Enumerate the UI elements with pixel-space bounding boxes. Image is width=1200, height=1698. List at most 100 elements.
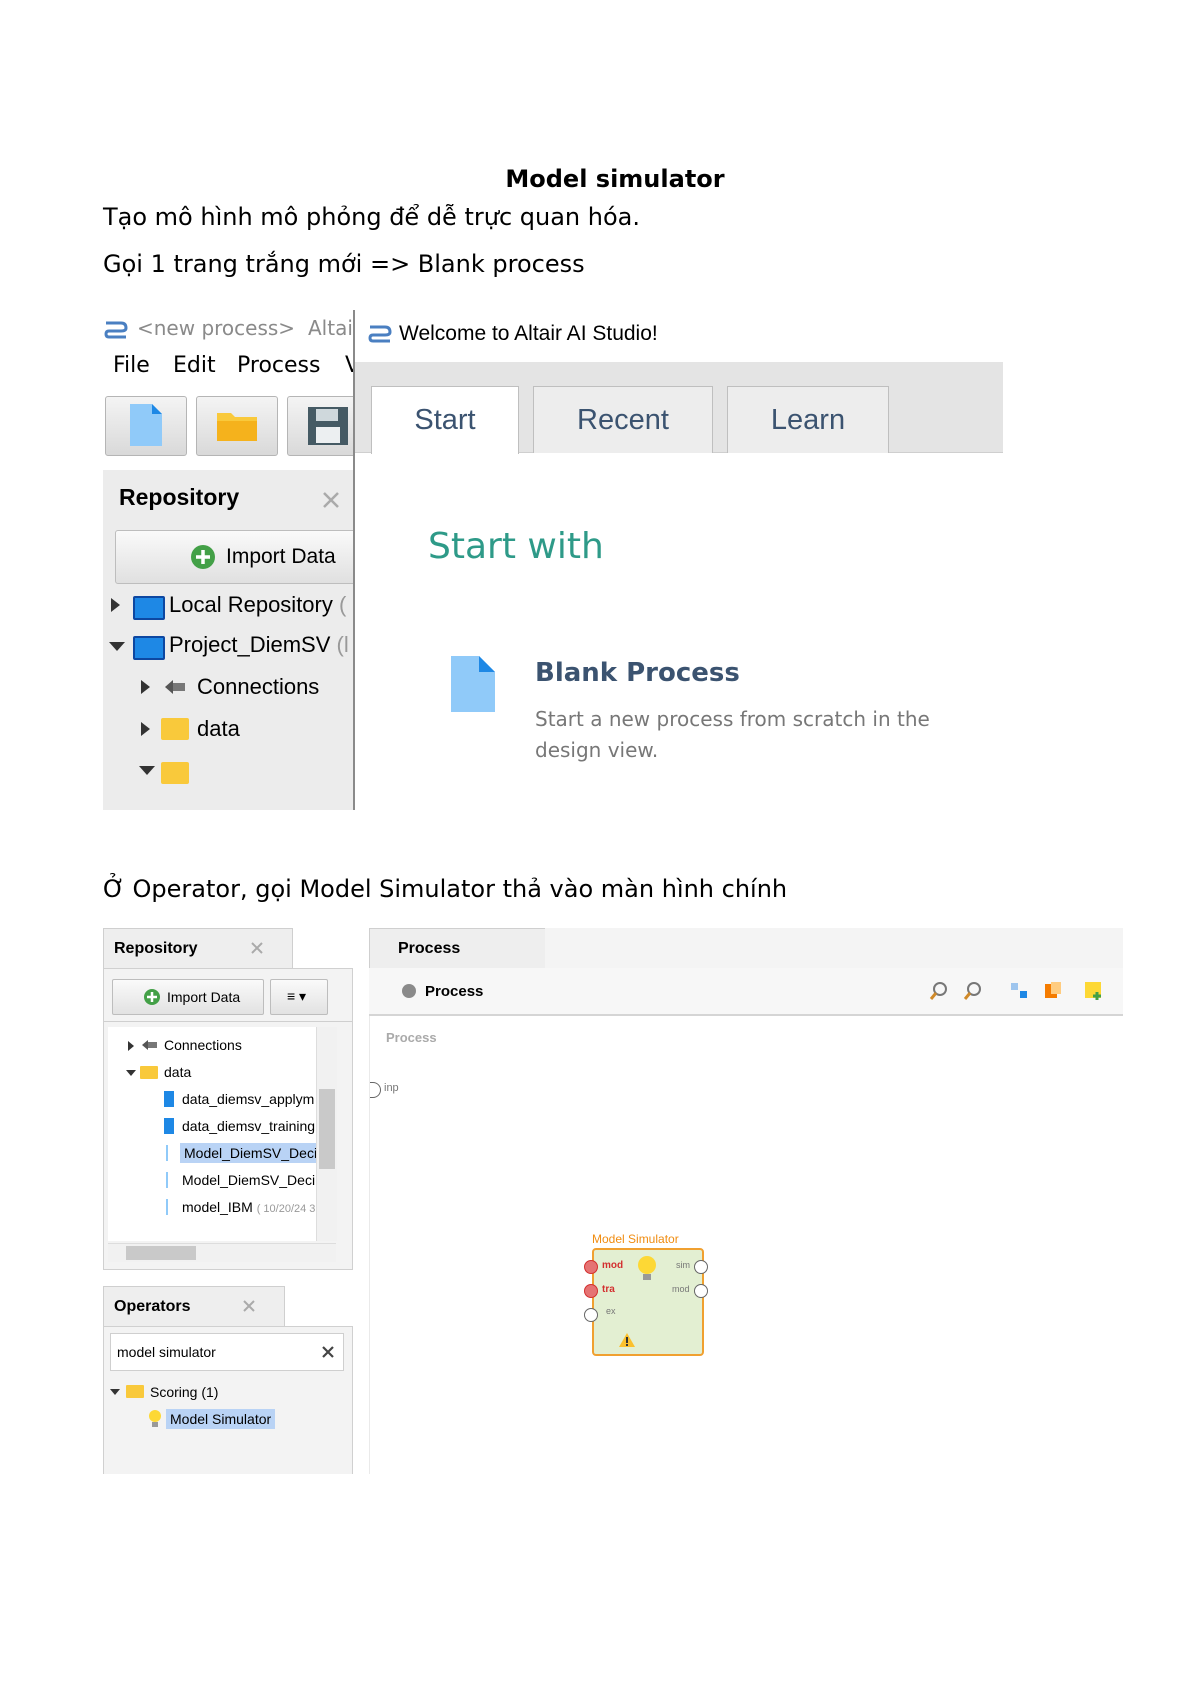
- tree-item-model-diemsv-2[interactable]: Model_DiemSV_Deci: [182, 1172, 315, 1188]
- divider: [104, 1021, 352, 1022]
- repository-icon: [133, 636, 165, 660]
- tab-repository[interactable]: Repository: [103, 928, 293, 969]
- operator-search-input[interactable]: model simulator: [110, 1333, 344, 1371]
- port-label-exa: ex: [606, 1306, 616, 1316]
- expand-arrow-icon[interactable]: [141, 722, 150, 736]
- input-port-mod[interactable]: [584, 1260, 598, 1274]
- tree-item-local-repository[interactable]: Local Repository (: [169, 592, 346, 618]
- clear-search-icon[interactable]: [321, 1345, 335, 1359]
- save-button[interactable]: [287, 396, 353, 456]
- tree-item-data-training[interactable]: data_diemsv_training: [182, 1118, 315, 1134]
- layout-icon[interactable]: [1009, 981, 1029, 1001]
- connections-icon: [165, 680, 185, 694]
- vertical-scrollbar[interactable]: [316, 1027, 337, 1241]
- add-icon: [191, 545, 215, 569]
- expand-arrow-icon[interactable]: [111, 598, 120, 612]
- window-title-app: Altai: [308, 316, 353, 340]
- menu-view[interactable]: V: [345, 353, 353, 378]
- welcome-dialog: Welcome to Altair AI Studio! Start Recen…: [355, 310, 1003, 810]
- tree-item-data[interactable]: data: [164, 1064, 191, 1080]
- input-port[interactable]: [370, 1082, 381, 1098]
- clipboard-icon[interactable]: [1043, 980, 1063, 1000]
- new-process-button[interactable]: [105, 396, 187, 456]
- collapse-arrow-icon[interactable]: [109, 642, 125, 651]
- process-breadcrumb[interactable]: Process: [425, 983, 483, 1000]
- tree-item-project-diemsv[interactable]: Project_DiemSV (l: [169, 632, 349, 658]
- window-title: <new process>: [137, 316, 296, 340]
- add-note-icon[interactable]: [1083, 980, 1105, 1002]
- blank-process-description: Start a new process from scratch in the: [535, 707, 930, 731]
- tree-item-model-simulator[interactable]: Model Simulator: [166, 1409, 276, 1429]
- tab-recent[interactable]: Recent: [533, 386, 713, 453]
- repository-tree: Connections data data_diemsv_applym data…: [108, 1027, 316, 1241]
- import-data-button[interactable]: Import Data: [115, 530, 353, 584]
- paragraph-intro: Tạo mô hình mô phỏng để dễ trực quan hóa…: [103, 203, 640, 231]
- model-simulator-operator[interactable]: mod tra ex sim mod: [592, 1248, 704, 1356]
- tree-item-scoring[interactable]: Scoring (1): [150, 1384, 218, 1400]
- tab-start[interactable]: Start: [371, 386, 519, 454]
- tree-item-data[interactable]: data: [197, 716, 240, 742]
- folder-icon: [126, 1385, 144, 1398]
- close-icon[interactable]: [321, 490, 341, 510]
- expand-arrow-icon[interactable]: [141, 680, 150, 694]
- output-port-mod[interactable]: [694, 1284, 708, 1298]
- port-label-mod-out: mod: [672, 1284, 690, 1294]
- input-port-tra[interactable]: [584, 1284, 598, 1298]
- import-data-button[interactable]: Import Data: [112, 979, 264, 1015]
- document-title: Model simulator: [505, 165, 725, 193]
- close-icon[interactable]: [242, 1299, 256, 1313]
- output-port-sim[interactable]: [694, 1260, 708, 1274]
- repository-menu-button[interactable]: ≡ ▾: [270, 979, 328, 1015]
- blank-process-title[interactable]: Blank Process: [535, 658, 740, 688]
- tab-learn[interactable]: Learn: [727, 386, 889, 453]
- app-logo-icon: [104, 321, 128, 339]
- folder-icon: [161, 762, 189, 784]
- screenshot-welcome: <new process> Altai File Edit Process V …: [103, 310, 1003, 810]
- lightbulb-icon: [638, 1256, 656, 1280]
- import-data-label: Import Data: [167, 989, 241, 1005]
- menu-process[interactable]: Process: [237, 353, 320, 378]
- warning-icon[interactable]: [618, 1332, 636, 1348]
- close-icon[interactable]: [250, 941, 264, 955]
- operator-title: Model Simulator: [592, 1232, 679, 1246]
- zoom-in-icon[interactable]: [929, 981, 949, 1001]
- model-icon: [166, 1145, 176, 1161]
- operators-panel: model simulator Scoring (1) Model Simula…: [103, 1326, 353, 1474]
- scrollbar-thumb[interactable]: [319, 1089, 335, 1169]
- tree-item-data-applym[interactable]: data_diemsv_applym: [182, 1091, 314, 1107]
- data-table-icon: [164, 1091, 174, 1107]
- expand-arrow-icon[interactable]: [128, 1041, 134, 1051]
- open-button[interactable]: [196, 396, 278, 456]
- port-label-tra: tra: [602, 1284, 615, 1295]
- horizontal-scrollbar[interactable]: [108, 1243, 336, 1262]
- zoom-out-icon[interactable]: [963, 981, 983, 1001]
- app-logo-icon: [368, 325, 392, 343]
- blank-process-description-2: design view.: [535, 738, 659, 762]
- collapse-arrow-icon[interactable]: [126, 1070, 136, 1076]
- collapse-arrow-icon: [139, 766, 155, 775]
- tab-operators[interactable]: Operators: [103, 1286, 285, 1327]
- main-window-left: <new process> Altai File Edit Process V …: [103, 310, 353, 810]
- new-file-icon: [130, 404, 162, 446]
- process-canvas[interactable]: Process inp Model Simulator mod tra ex s…: [369, 1016, 1123, 1474]
- tab-process[interactable]: Process: [369, 928, 547, 969]
- tree-item-model-ibm[interactable]: model_IBM ( 10/20/24 3: [182, 1199, 315, 1215]
- menu-icon: ≡ ▾: [287, 988, 307, 1004]
- collapse-arrow-icon[interactable]: [110, 1389, 120, 1395]
- add-icon: [144, 989, 160, 1005]
- repository-panel: Repository Import Data Local Repository …: [103, 470, 353, 810]
- repository-title: Repository: [114, 940, 198, 957]
- tree-item-connections[interactable]: Connections: [164, 1037, 242, 1053]
- blank-process-icon[interactable]: [449, 654, 497, 714]
- tree-item-connections[interactable]: Connections: [197, 674, 319, 700]
- save-icon: [308, 407, 348, 445]
- canvas-label: Process: [386, 1030, 437, 1045]
- process-toolbar: Process: [369, 968, 1123, 1016]
- scrollbar-thumb[interactable]: [126, 1246, 196, 1260]
- menu-edit[interactable]: Edit: [173, 353, 216, 378]
- folder-icon: [161, 718, 189, 740]
- input-port-exa[interactable]: [584, 1308, 598, 1322]
- menu-file[interactable]: File: [113, 353, 150, 378]
- input-port-label: inp: [384, 1082, 399, 1094]
- tree-item-model-diemsv-1[interactable]: Model_DiemSV_Deci: [180, 1143, 316, 1163]
